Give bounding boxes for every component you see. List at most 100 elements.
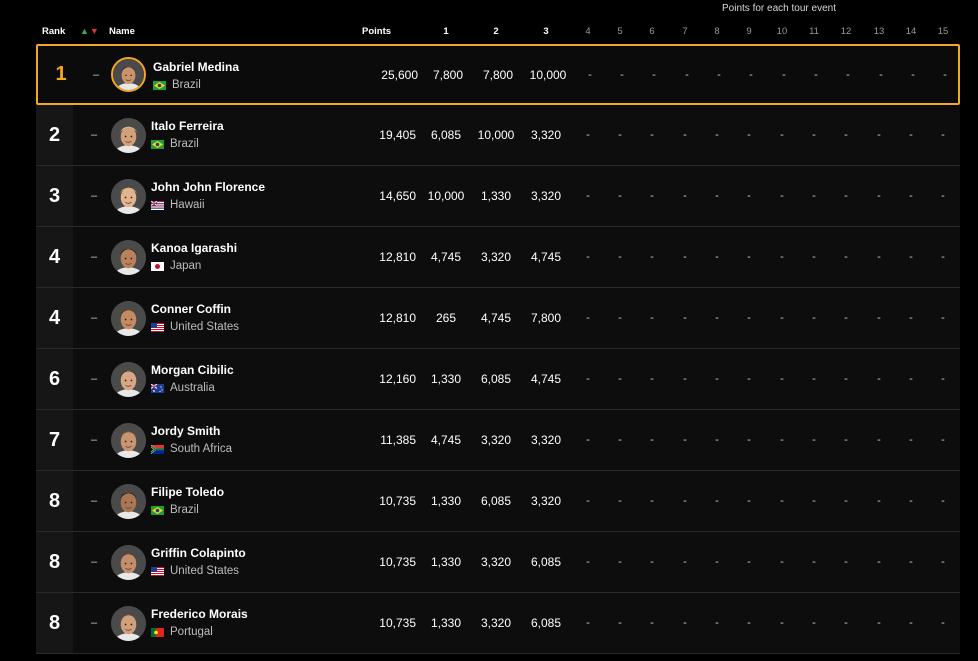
event-4-points: - xyxy=(586,434,590,446)
event-1-points: 4,745 xyxy=(430,433,462,447)
table-row[interactable]: 4 – Conner Coffin United States 12,810 265 4,7… xyxy=(36,288,960,349)
surfer-name[interactable]: Italo Ferreira xyxy=(151,119,224,133)
country-label: Brazil xyxy=(172,79,201,91)
avatar[interactable] xyxy=(111,545,146,580)
event-10-points: - xyxy=(780,495,784,507)
surfer-country: Japan xyxy=(151,260,201,272)
event-12-points: - xyxy=(844,190,848,202)
total-points: 12,160 xyxy=(379,372,416,386)
event-8-points: - xyxy=(715,129,719,141)
table-row[interactable]: 8 – Frederico Morais Portugal 10,735 1,330 3,3… xyxy=(36,593,960,654)
country-label: Hawaii xyxy=(170,199,205,211)
name-header[interactable]: Name xyxy=(109,26,135,37)
event-13-points: - xyxy=(877,495,881,507)
rank-value: 7 xyxy=(36,410,73,470)
event-14-points: - xyxy=(909,556,913,568)
japan-flag-icon xyxy=(151,261,164,271)
hawaii-flag-icon xyxy=(151,200,164,210)
rank-value: 1 xyxy=(55,63,67,85)
rank-change: – xyxy=(93,68,100,81)
table-row[interactable]: 6 – Morgan Cibilic Australia 12,160 1,330 6,08… xyxy=(36,349,960,410)
surfer-name[interactable]: Griffin Colapinto xyxy=(151,546,246,560)
event-11-points: - xyxy=(812,129,816,141)
event-4-points: - xyxy=(586,190,590,202)
event-14-points: - xyxy=(909,251,913,263)
event-3-points: 4,745 xyxy=(530,372,562,386)
avatar[interactable] xyxy=(111,118,146,153)
event-7-points: - xyxy=(683,617,687,629)
rank-change: – xyxy=(91,434,98,446)
surfer-name[interactable]: Filipe Toledo xyxy=(151,485,224,499)
event-13-points: - xyxy=(879,68,883,81)
avatar[interactable] xyxy=(111,179,146,214)
event-15-points: - xyxy=(941,129,945,141)
rank-value: 8 xyxy=(36,532,73,592)
event-10-points: - xyxy=(780,617,784,629)
portugal-flag-icon xyxy=(151,627,164,637)
event-11-header: 11 xyxy=(809,26,819,37)
surfer-name[interactable]: Morgan Cibilic xyxy=(151,363,234,377)
table-row[interactable]: 1 – Gabriel Medina Brazil 25,600 7,800 7,800 10… xyxy=(36,44,960,105)
event-2-points: 3,320 xyxy=(480,250,512,264)
avatar[interactable] xyxy=(111,57,146,92)
event-6-points: - xyxy=(650,373,654,385)
event-1-points: 4,745 xyxy=(430,250,462,264)
event-10-points: - xyxy=(780,312,784,324)
surfer-name[interactable]: Gabriel Medina xyxy=(153,60,239,74)
event-5-header: 5 xyxy=(617,26,623,37)
event-6-points: - xyxy=(650,495,654,507)
event-3-header: 3 xyxy=(543,26,549,37)
event-4-points: - xyxy=(586,312,590,324)
total-points: 10,735 xyxy=(379,494,416,508)
table-row[interactable]: 8 – Griffin Colapinto United States 10,735 1,… xyxy=(36,532,960,593)
table-row[interactable]: 8 – Filipe Toledo Brazil 10,735 1,330 6,085 3,3… xyxy=(36,471,960,532)
event-9-points: - xyxy=(749,68,753,81)
event-8-points: - xyxy=(715,434,719,446)
surfer-name[interactable]: Kanoa Igarashi xyxy=(151,241,237,255)
event-10-points: - xyxy=(780,129,784,141)
avatar[interactable] xyxy=(111,484,146,519)
surfer-name[interactable]: John John Florence xyxy=(151,180,265,194)
table-row[interactable]: 4 – Kanoa Igarashi Japan 12,810 4,745 3,320 4,7… xyxy=(36,227,960,288)
rank-change-header[interactable]: ▲▼ xyxy=(80,26,100,36)
event-12-points: - xyxy=(844,129,848,141)
total-points: 11,385 xyxy=(380,433,416,447)
avatar[interactable] xyxy=(111,362,146,397)
event-8-points: - xyxy=(715,495,719,507)
event-15-points: - xyxy=(941,190,945,202)
points-header[interactable]: Points xyxy=(362,26,391,37)
event-15-points: - xyxy=(941,617,945,629)
avatar[interactable] xyxy=(111,606,146,641)
brazil-flag-icon xyxy=(151,505,164,515)
event-15-points: - xyxy=(943,68,947,81)
avatar[interactable] xyxy=(111,423,146,458)
event-8-points: - xyxy=(715,617,719,629)
event-9-points: - xyxy=(747,129,751,141)
avatar[interactable] xyxy=(111,240,146,275)
event-15-points: - xyxy=(941,373,945,385)
table-row[interactable]: 3 – John John Florence Hawaii 14,650 10,000 1,… xyxy=(36,166,960,227)
surfer-country: Brazil xyxy=(151,138,199,150)
event-9-points: - xyxy=(747,190,751,202)
table-row[interactable]: 2 – Italo Ferreira Brazil 19,405 6,085 10,000 3… xyxy=(36,105,960,166)
event-6-header: 6 xyxy=(649,26,655,37)
event-1-points: 10,000 xyxy=(427,189,465,203)
event-5-points: - xyxy=(618,617,622,629)
rank-header[interactable]: Rank xyxy=(42,26,65,37)
event-11-points: - xyxy=(812,190,816,202)
event-2-points: 3,320 xyxy=(480,433,512,447)
table-row[interactable]: 7 – Jordy Smith South Africa 11,385 4,745 3,32… xyxy=(36,410,960,471)
surfer-name[interactable]: Jordy Smith xyxy=(151,424,220,438)
avatar[interactable] xyxy=(111,301,146,336)
arrow-up-icon: ▲ xyxy=(80,26,90,36)
event-9-points: - xyxy=(747,373,751,385)
rank-change: – xyxy=(91,556,98,568)
rank-value: 8 xyxy=(36,593,73,653)
surfer-name[interactable]: Conner Coffin xyxy=(151,302,231,316)
brazil-flag-icon xyxy=(151,139,164,149)
event-10-points: - xyxy=(780,373,784,385)
event-12-points: - xyxy=(846,68,850,81)
surfer-name[interactable]: Frederico Morais xyxy=(151,607,248,621)
event-11-points: - xyxy=(814,68,818,81)
south-africa-flag-icon xyxy=(151,444,164,454)
